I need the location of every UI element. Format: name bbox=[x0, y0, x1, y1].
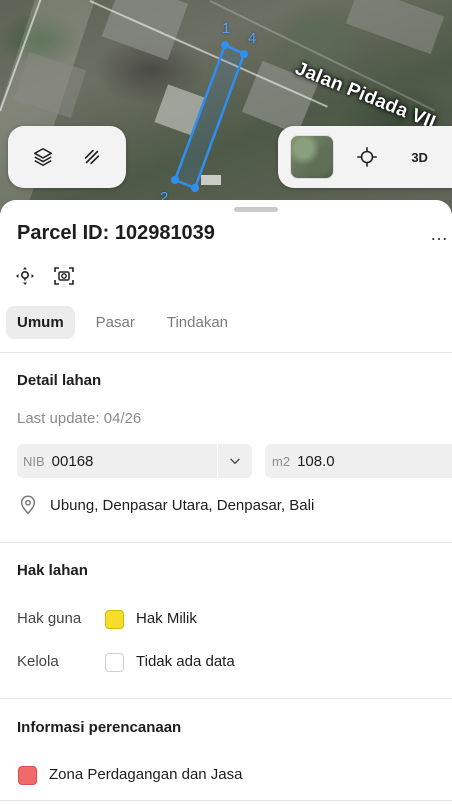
hak-guna-swatch bbox=[105, 610, 124, 629]
rights-heading: Hak lahan bbox=[17, 562, 88, 579]
locate-parcel-icon bbox=[16, 267, 34, 285]
parcel-detail-sheet: Parcel ID: 102981039 … Umum Pasar Tindak… bbox=[0, 200, 452, 804]
crosshair-icon bbox=[357, 147, 377, 167]
map-view[interactable]: 1 4 2 Jalan Pidada VII 3D bbox=[0, 0, 452, 214]
last-update: Last update: 04/26 bbox=[17, 410, 142, 427]
more-options-button[interactable]: … bbox=[430, 224, 449, 245]
3d-mode-button[interactable]: 3D bbox=[400, 137, 440, 177]
area-value: 108.0 bbox=[297, 452, 335, 470]
kelola-label: Kelola bbox=[17, 653, 59, 670]
location-row: Ubung, Denpasar Utara, Denpasar, Bali bbox=[17, 494, 314, 516]
zone-value: Zona Perdagangan dan Jasa bbox=[49, 766, 243, 783]
screenshot-icon bbox=[54, 267, 74, 285]
divider bbox=[0, 352, 452, 353]
location-pin-icon bbox=[20, 495, 36, 515]
planning-heading: Informasi perencanaan bbox=[17, 719, 182, 736]
draw-button[interactable] bbox=[72, 137, 112, 177]
hak-guna-value: Hak Milik bbox=[136, 610, 197, 627]
vertex-label-4: 4 bbox=[248, 30, 257, 47]
layers-button[interactable] bbox=[23, 137, 63, 177]
kelola-value: Tidak ada data bbox=[136, 653, 235, 670]
map-tools-panel bbox=[8, 126, 126, 188]
map-view-panel: 3D bbox=[278, 126, 452, 188]
nib-field[interactable]: NIB 00168 bbox=[17, 444, 217, 478]
chevron-down-icon bbox=[230, 458, 240, 465]
divider bbox=[0, 698, 452, 699]
detail-heading: Detail lahan bbox=[17, 372, 102, 389]
vertex-label-1: 1 bbox=[222, 20, 231, 37]
tab-umum[interactable]: Umum bbox=[6, 306, 75, 339]
nib-prefix: NIB bbox=[23, 453, 45, 469]
tab-tindakan[interactable]: Tindakan bbox=[156, 306, 239, 339]
parcel-title: Parcel ID: 102981039 bbox=[17, 222, 215, 244]
area-field[interactable]: m2 108.0 bbox=[265, 444, 452, 478]
screenshot-button[interactable] bbox=[52, 264, 76, 288]
sheet-grabber[interactable] bbox=[234, 207, 278, 212]
nib-value: 00168 bbox=[51, 452, 94, 470]
nib-dropdown-button[interactable] bbox=[218, 444, 252, 478]
area-prefix: m2 bbox=[272, 453, 291, 469]
tab-bar: Umum Pasar Tindakan bbox=[6, 306, 239, 339]
layers-icon bbox=[33, 147, 52, 167]
hak-guna-label: Hak guna bbox=[17, 610, 82, 627]
divider bbox=[0, 542, 452, 543]
locate-button[interactable] bbox=[347, 137, 387, 177]
kelola-swatch bbox=[105, 653, 124, 672]
draw-icon bbox=[84, 149, 99, 165]
locate-parcel-button[interactable] bbox=[13, 264, 37, 288]
tab-pasar[interactable]: Pasar bbox=[85, 306, 146, 339]
satellite-thumbnail[interactable] bbox=[290, 135, 335, 179]
divider bbox=[0, 800, 452, 801]
location-text: Ubung, Denpasar Utara, Denpasar, Bali bbox=[50, 496, 315, 514]
zone-swatch bbox=[18, 766, 37, 785]
